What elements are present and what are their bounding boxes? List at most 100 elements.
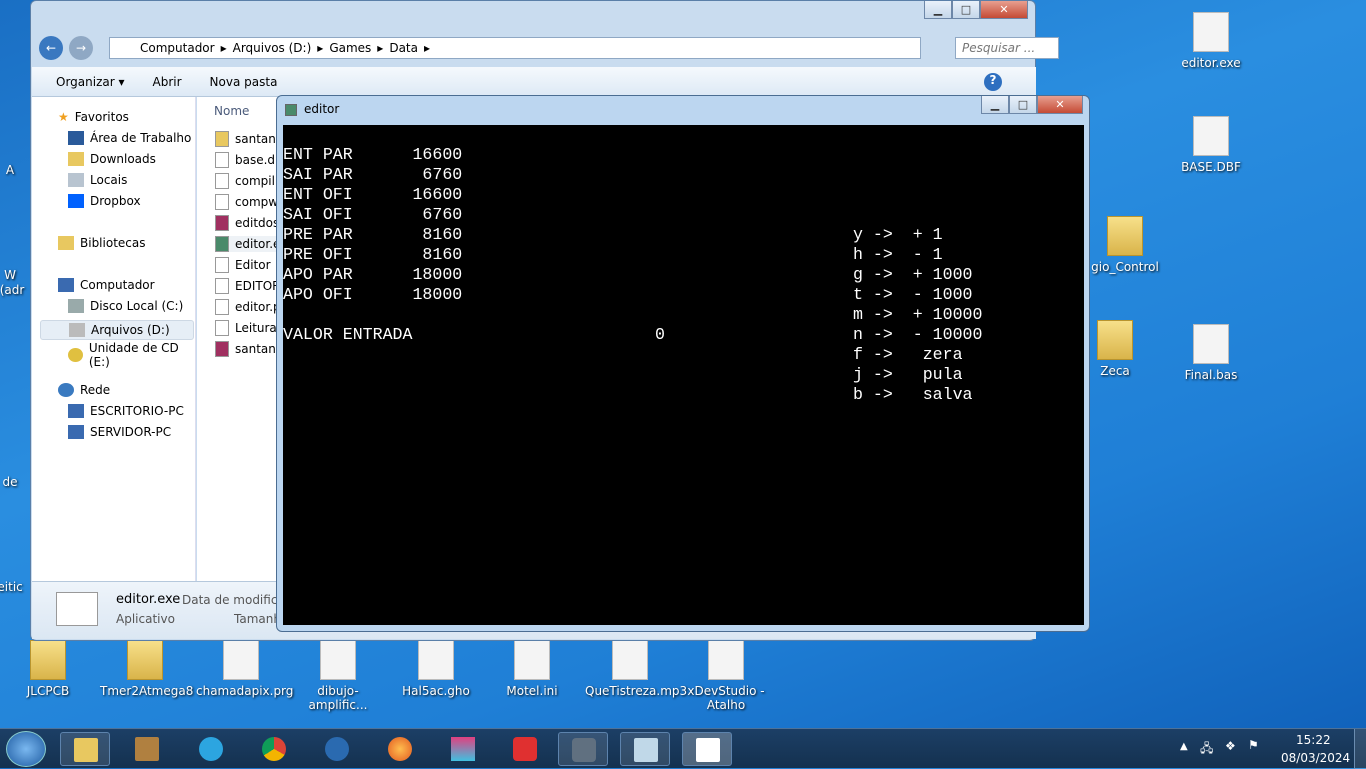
file-item[interactable]: santana [215, 341, 283, 357]
desktop-icon-editor-exe[interactable]: editor.exe [1166, 12, 1256, 70]
help-icon[interactable]: ? [984, 72, 1002, 91]
action-center-flag-icon[interactable]: ⚑ [1248, 738, 1259, 752]
show-hidden-icons[interactable]: ▲ [1180, 741, 1188, 752]
file-item[interactable]: editor.p [215, 299, 281, 315]
maximize-button[interactable]: □ [952, 1, 980, 19]
nav-escritorio-pc[interactable]: ESCRITORIO-PC [68, 404, 184, 418]
clock-date[interactable]: 08/03/2024 [1281, 751, 1350, 765]
nav-disk-c[interactable]: Disco Local (C:) [68, 299, 183, 313]
desktop-icon-base-dbf[interactable]: BASE.DBF [1166, 116, 1256, 174]
close-button[interactable]: ✕ [1037, 96, 1083, 114]
taskbar-app[interactable] [312, 732, 362, 766]
desktop-icon-control[interactable]: gio_Control [1080, 216, 1170, 274]
file-item[interactable]: compil. [215, 173, 279, 189]
taskbar-xdevstudio[interactable] [558, 732, 608, 766]
taskbar-firefox[interactable] [375, 732, 425, 766]
file-item[interactable]: Leitura. [215, 320, 281, 336]
folder-icon [127, 640, 163, 680]
nav-dropbox[interactable]: Dropbox [68, 194, 141, 208]
nav-desktop[interactable]: Área de Trabalho [68, 131, 191, 145]
desktop-icon-motel-ini[interactable]: Motel.ini [487, 640, 577, 698]
taskbar-editor[interactable] [682, 732, 732, 766]
taskbar: ▲ 🖧 ❖ ⚑ 15:22 08/03/2024 [0, 728, 1366, 769]
back-button[interactable]: ← [39, 36, 63, 60]
taskbar-app[interactable] [500, 732, 550, 766]
breadcrumb-games[interactable]: Games [329, 41, 371, 55]
minimize-button[interactable]: ▁ [981, 96, 1009, 114]
desktop-icon-final-bas[interactable]: Final.bas [1166, 324, 1256, 382]
value-line: SAI OFI 6760 [283, 205, 463, 224]
open-button[interactable]: Abrir [153, 75, 182, 89]
desktop-icon-mp3[interactable]: QueTistreza.mp3 [585, 640, 687, 698]
music-file-icon [612, 640, 648, 680]
input-value[interactable]: 0 [655, 325, 665, 345]
file-item[interactable]: Editor [215, 257, 271, 273]
nav-downloads[interactable]: Downloads [68, 152, 156, 166]
search-input[interactable]: Pesquisar ... [955, 37, 1059, 59]
star-icon: ★ [58, 110, 69, 124]
nav-servidor-pc[interactable]: SERVIDOR-PC [68, 425, 171, 439]
nav-locais[interactable]: Locais [68, 173, 127, 187]
desktop-icon-jlcpcb[interactable]: JLCPCB [3, 640, 93, 698]
start-button[interactable] [6, 731, 46, 767]
file-item[interactable]: base.db [215, 152, 283, 168]
close-button[interactable]: ✕ [980, 1, 1028, 19]
console-output[interactable]: ENT PAR 16600 SAI PAR 6760 ENT OFI 16600… [283, 125, 1084, 625]
folder-icon [30, 640, 66, 680]
breadcrumb-data[interactable]: Data [389, 41, 418, 55]
minimize-button[interactable]: ▁ [924, 1, 952, 19]
new-folder-button[interactable]: Nova pasta [210, 75, 278, 89]
folder-icon [1107, 216, 1143, 256]
desktop-icon [68, 131, 84, 145]
nav-libraries[interactable]: Bibliotecas [58, 236, 145, 250]
desktop-icon-hal5ac[interactable]: Hal5ac.gho [391, 640, 481, 698]
taskbar-app[interactable] [438, 732, 488, 766]
show-desktop-button[interactable] [1354, 729, 1366, 769]
value-line: SAI PAR 6760 [283, 165, 463, 184]
nav-favorites[interactable]: ★ Favoritos [58, 110, 129, 124]
toolbar: Organizar ▾ Abrir Nova pasta ? [32, 67, 1036, 97]
taskbar-dosbox[interactable] [122, 732, 172, 766]
app-icon [285, 104, 297, 116]
places-icon [68, 173, 84, 187]
key-help-line: h -> - 1 [853, 245, 943, 264]
address-bar[interactable]: Computador ▸ Arquivos (D:) ▸ Games ▸ Data ▸ [109, 37, 921, 59]
taskbar-telegram[interactable] [186, 732, 236, 766]
desktop-icon-dibujo[interactable]: dibujo-amplific... [293, 640, 383, 712]
file-icon [223, 640, 259, 680]
nav-computer[interactable]: Computador [58, 278, 155, 292]
nav-network[interactable]: Rede [58, 383, 110, 397]
organize-button[interactable]: Organizar ▾ [56, 75, 125, 89]
cd-icon [68, 348, 83, 362]
taskbar-explorer[interactable] [60, 732, 110, 766]
breadcrumb-arquivos[interactable]: Arquivos (D:) [233, 41, 312, 55]
file-item[interactable]: compw [215, 194, 278, 210]
navigation-pane: ★ Favoritos Área de Trabalho Downloads Lo… [32, 97, 196, 581]
pc-icon [68, 425, 84, 439]
file-icon [418, 640, 454, 680]
desktop-icon-xdevstudio[interactable]: xDevStudio - Atalho [681, 640, 771, 712]
app-icon [1193, 12, 1229, 52]
breadcrumb-computador[interactable]: Computador [140, 41, 215, 55]
maximize-button[interactable]: □ [1009, 96, 1037, 114]
network-icon[interactable]: 🖧 [1200, 739, 1213, 760]
nav-cd-e[interactable]: Unidade de CD (E:) [68, 341, 195, 369]
clock-time[interactable]: 15:22 [1296, 733, 1331, 747]
file-item-selected[interactable]: editor.e [215, 236, 281, 252]
file-item[interactable]: santana [215, 131, 283, 147]
drive-icon [68, 299, 84, 313]
taskbar-app[interactable] [620, 732, 670, 766]
nav-disk-d[interactable]: Arquivos (D:) [40, 320, 194, 340]
value-line: ENT PAR 16600 [283, 145, 463, 164]
file-item[interactable]: EDITOR [215, 278, 280, 294]
dropbox-icon[interactable]: ❖ [1225, 739, 1236, 753]
settings-file-icon [215, 194, 229, 210]
desktop-icon-tmer2atmega8[interactable]: Tmer2Atmega8 [100, 640, 193, 698]
book-icon [215, 341, 229, 357]
column-header-name[interactable]: Nome [214, 104, 249, 118]
file-item[interactable]: editdos [215, 215, 279, 231]
taskbar-chrome[interactable] [249, 732, 299, 766]
desktop-icon-chamadapix[interactable]: chamadapix.prg [196, 640, 293, 698]
forward-button[interactable]: → [69, 36, 93, 60]
value-line: ENT OFI 16600 [283, 185, 463, 204]
